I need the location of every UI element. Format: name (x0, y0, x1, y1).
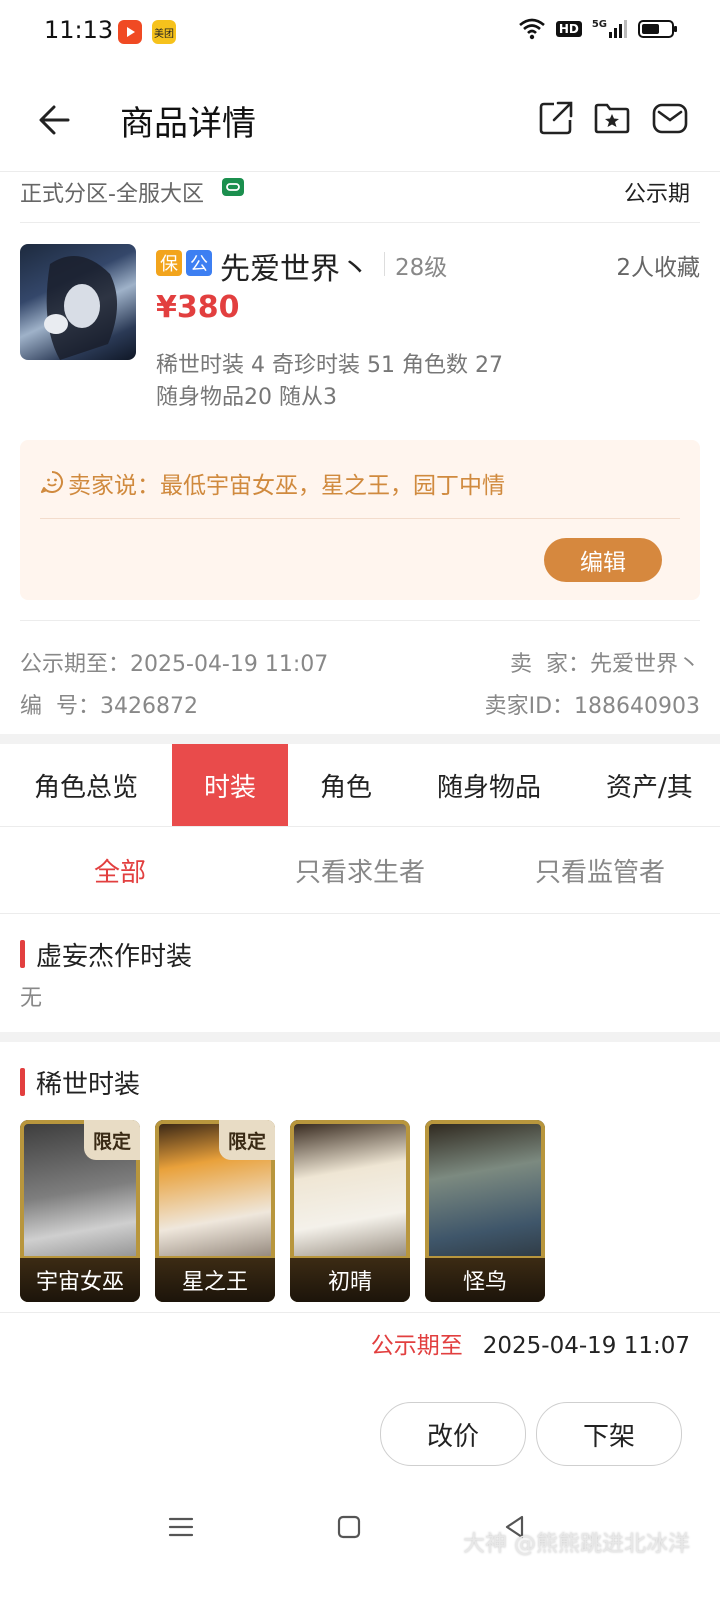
meituan-app-icon: 美团 (152, 20, 176, 44)
subtab-hunters[interactable]: 只看监管者 (480, 828, 720, 912)
tab-overview[interactable]: 角色总览 (0, 744, 172, 826)
seller-id-label: 卖家ID： (484, 694, 575, 719)
subtab-survivors[interactable]: 只看求生者 (240, 828, 480, 912)
public-period-footer: 公示期至 2025-04-19 11:07 (371, 1326, 690, 1360)
top-app-bar: 商品详情 (0, 64, 720, 172)
illusory-costume-title: 虚妄杰作时装 (36, 942, 193, 972)
stats-line: 随身物品20 随从3 (156, 385, 337, 410)
favorite-count: 2人收藏 (616, 255, 700, 281)
listing-stats: 稀世时装 4 奇珍时装 51 角色数 27 随身物品20 随从3 (156, 350, 503, 414)
share-icon[interactable] (536, 98, 576, 138)
costume-name: 星之王 (155, 1256, 275, 1302)
category-tabs: 角色总览 时装 角色 随身物品 资产/其 (0, 744, 720, 826)
costume-card[interactable]: 限定 星之王 (155, 1120, 275, 1302)
stats-line: 稀世时装 4 奇珍时装 51 角色数 27 (156, 353, 503, 378)
guarantee-tag: 保 (156, 250, 182, 276)
message-icon[interactable] (650, 98, 690, 138)
battery-icon (638, 20, 677, 38)
seller-value: 先爱世界丶 (589, 652, 700, 677)
status-time: 11:13 (44, 16, 114, 44)
favorite-folder-icon[interactable] (592, 98, 632, 138)
account-level: 28级 (395, 255, 448, 281)
limited-badge: 限定 (84, 1120, 140, 1160)
seller-id-value: 188640903 (574, 694, 700, 719)
server-zone-label: 正式分区-全服大区 (20, 182, 204, 207)
section-marker (20, 940, 25, 968)
seller-id-row: 卖家ID：188640903 (485, 688, 700, 720)
costume-name: 宇宙女巫 (20, 1256, 140, 1302)
illusory-costume-value: 无 (20, 986, 43, 1011)
back-arrow-icon[interactable] (32, 96, 80, 144)
public-tag: 公 (186, 250, 212, 276)
tabs-divider (0, 826, 720, 827)
public-until-row: 公示期至：2025-04-19 11:07 (20, 646, 328, 678)
hd-badge: HD (555, 21, 582, 37)
listing-number-value: 3426872 (100, 694, 198, 719)
video-app-icon (118, 20, 142, 44)
public-until-value: 2025-04-19 11:07 (130, 652, 329, 677)
public-period-label: 公示期至 (370, 1333, 463, 1359)
edit-button[interactable]: 编辑 (544, 538, 662, 582)
zone-divider (20, 222, 700, 223)
public-period-value: 2025-04-19 11:07 (482, 1333, 690, 1359)
filter-subtabs: 全部 只看求生者 只看监管者 (0, 828, 720, 912)
costume-name: 怪鸟 (425, 1256, 545, 1302)
change-price-button[interactable]: 改价 (380, 1402, 526, 1466)
signal-label: 5G (591, 19, 607, 30)
seller-note-text: 卖家说：最低宇宙女巫，星之王，园丁中情 (68, 473, 505, 499)
character-thumbnail[interactable] (20, 244, 136, 360)
subtab-all[interactable]: 全部 (0, 828, 240, 912)
tab-costumes[interactable]: 时装 (172, 744, 288, 826)
tab-characters[interactable]: 角色 (288, 744, 404, 826)
costume-card[interactable]: 限定 宇宙女巫 (20, 1120, 140, 1302)
section-marker (20, 1068, 25, 1096)
status-bar: 11:13 美团 HD 5G (0, 0, 720, 64)
comment-smile-icon (41, 471, 63, 493)
listing-number-row: 编 号：3426872 (20, 688, 198, 720)
seller-note-box: 卖家说：最低宇宙女巫，星之王，园丁中情 编辑 (20, 440, 700, 600)
watermark: 大神 @熊熊跳进北冰洋 (463, 1532, 690, 1557)
costume-name: 初晴 (290, 1256, 410, 1302)
seller-note-divider (40, 518, 680, 519)
subtabs-divider (0, 913, 720, 914)
server-zone-row: 正式分区-全服大区 公示期 (20, 172, 700, 224)
meta-divider (20, 620, 700, 621)
tab-assets-other[interactable]: 资产/其 (574, 744, 720, 826)
costume-card[interactable]: 怪鸟 (425, 1120, 545, 1302)
menu-icon[interactable] (166, 1512, 196, 1542)
seller-row: 卖 家：先爱世界丶 (510, 646, 700, 678)
name-level-separator (384, 252, 385, 276)
delist-button[interactable]: 下架 (536, 1402, 682, 1466)
section-gap (0, 734, 720, 744)
home-icon[interactable] (334, 1512, 364, 1542)
system-icons: HD 5G (518, 18, 677, 40)
signal-icon: 5G (592, 19, 628, 39)
section-gap (0, 1032, 720, 1042)
listing-seller-name: 先爱世界丶 (220, 252, 370, 287)
public-until-label: 公示期至： (20, 652, 131, 677)
platform-icon (222, 178, 244, 196)
costume-card[interactable]: 初晴 (290, 1120, 410, 1302)
costumes-divider (0, 1312, 720, 1313)
seller-label: 卖 家： (509, 652, 590, 677)
limited-badge: 限定 (219, 1120, 275, 1160)
tab-accessories[interactable]: 随身物品 (404, 744, 574, 826)
page-title: 商品详情 (120, 104, 256, 144)
listing-price: ¥380 (156, 290, 240, 325)
wifi-icon (518, 18, 545, 40)
listing-period-status: 公示期 (623, 182, 690, 207)
listing-number-label: 编 号： (20, 694, 100, 719)
rare-costume-title: 稀世时装 (36, 1070, 141, 1100)
